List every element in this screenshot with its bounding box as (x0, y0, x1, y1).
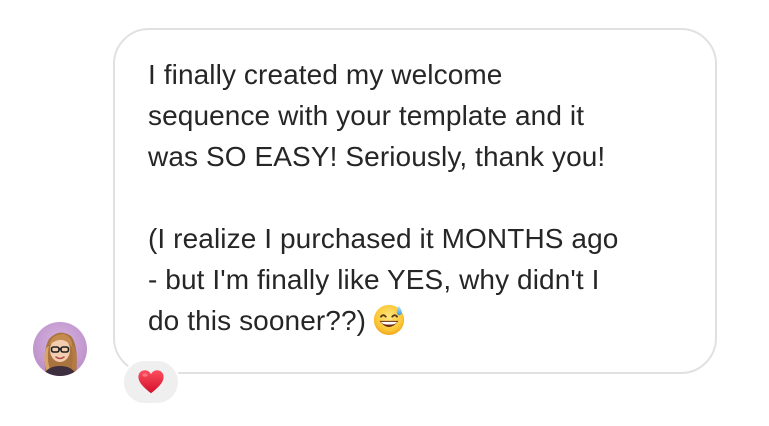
avatar-image (33, 322, 87, 376)
message-text: I finally created my welcome sequence wi… (148, 54, 708, 341)
heart-reaction[interactable] (122, 359, 180, 405)
red-heart-icon (138, 370, 164, 394)
avatar[interactable] (33, 322, 87, 376)
message-bubble[interactable]: I finally created my welcome sequence wi… (113, 28, 717, 374)
message-paragraph-1: I finally created my welcome sequence wi… (148, 59, 606, 172)
grinning-face-with-sweat-icon (373, 304, 405, 336)
